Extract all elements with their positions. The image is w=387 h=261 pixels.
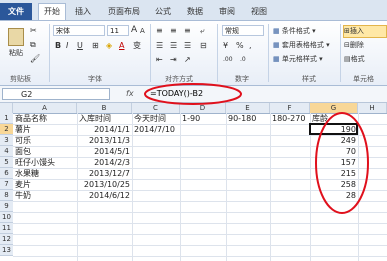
age-column-annotation-circle: [315, 112, 369, 214]
formula-annotation-circle: [144, 83, 242, 105]
annotation-overlay: [144, 83, 369, 214]
